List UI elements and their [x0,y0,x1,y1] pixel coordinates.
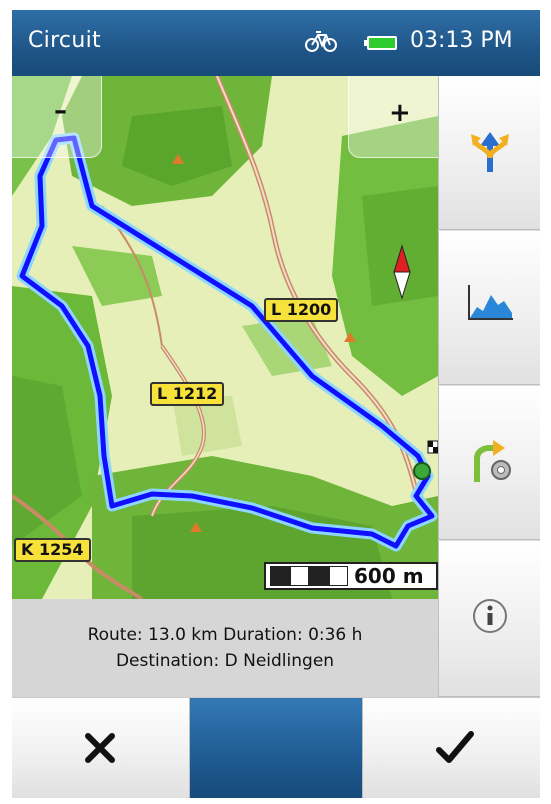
route-options-icon [471,132,509,172]
elevation-profile-icon [468,285,513,320]
route-summary: Route: 13.0 km Duration: 0:36 h [87,625,363,645]
battery-icon [364,36,397,50]
info-button[interactable] [438,541,540,697]
map-scale-bar: 600 m [264,562,438,590]
road-label: L 1200 [264,298,339,322]
route-settings-button[interactable] [438,386,540,540]
route-destination: Destination: D Neidlingen [115,651,335,671]
zoom-in-button[interactable]: + [348,76,438,158]
route-options-button[interactable] [438,76,540,230]
elevation-profile-button[interactable] [438,231,540,385]
info-icon [473,599,507,633]
page-title: Circuit [28,28,101,53]
scale-label: 600 m [354,564,424,588]
title-bar: Circuit 03:13 PM [12,10,540,76]
scale-ruler [270,566,348,586]
confirm-button[interactable] [362,697,540,798]
route-info-panel: Route: 13.0 km Duration: 0:36 h Destinat… [12,599,438,697]
road-label: K 1254 [14,538,91,562]
menu-button[interactable] [190,697,362,798]
bicycle-icon [305,31,337,52]
checkmark-icon [436,731,474,763]
zoom-out-label: – [54,96,67,126]
zoom-in-label: + [389,98,411,128]
zoom-out-button[interactable]: – [12,76,102,158]
device-screen: Circuit 03:13 PM – + L 1200 L 1212 K 125… [12,10,540,798]
map-view[interactable]: – + L 1200 L 1212 K 1254 600 m [12,76,438,599]
cancel-button[interactable] [12,697,190,798]
route-settings-icon [474,440,511,482]
status-time: 03:13 PM [410,28,513,53]
bottom-action-bar [12,697,540,798]
map-sidebar [438,76,540,697]
close-icon [85,733,115,763]
road-label: L 1212 [150,382,225,406]
